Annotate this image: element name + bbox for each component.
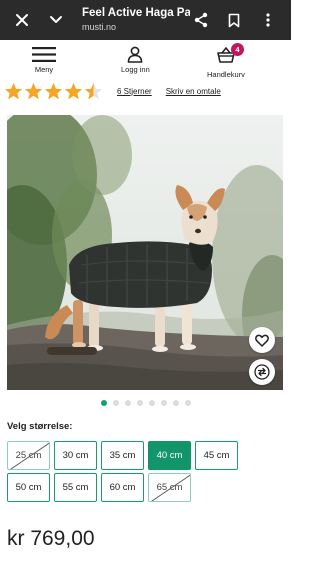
carousel-dot[interactable]: [136, 400, 143, 406]
star-icon: [44, 82, 63, 99]
login-label: Logg inn: [121, 65, 150, 74]
star-icon: [24, 82, 43, 99]
cart-label: Handlekurv: [207, 70, 245, 79]
size-option-label: 50 cm: [15, 482, 42, 493]
size-option[interactable]: 25 cm: [7, 441, 50, 470]
page-domain: musti.no: [82, 22, 117, 32]
write-review-link[interactable]: Skriv en omtale: [166, 87, 221, 96]
menu-label: Meny: [34, 65, 54, 74]
menu-button[interactable]: Meny: [32, 46, 56, 74]
product-image[interactable]: [7, 115, 283, 390]
carousel-dot[interactable]: [112, 400, 119, 406]
browser-toolbar: Feel Active Haga Par... musti.no: [0, 0, 291, 40]
size-option[interactable]: 55 cm: [54, 473, 97, 502]
user-icon: [128, 46, 143, 63]
size-option[interactable]: 45 cm: [195, 441, 238, 470]
carousel-dot[interactable]: [124, 400, 131, 406]
page-title: Feel Active Haga Par...: [82, 7, 190, 19]
size-option-label: 40 cm: [156, 450, 183, 461]
size-option[interactable]: 65 cm: [148, 473, 191, 502]
more-vertical-icon[interactable]: [258, 10, 278, 30]
size-option-label: 35 cm: [109, 450, 136, 461]
size-option[interactable]: 60 cm: [101, 473, 144, 502]
swap-icon: [254, 364, 270, 380]
image-carousel-dots: [0, 400, 291, 406]
carousel-dot[interactable]: [184, 400, 191, 406]
product-rating: 6 Stjerner Skriv en omtale: [4, 81, 235, 101]
size-label: Velg størrelse:: [7, 421, 73, 432]
size-option[interactable]: 35 cm: [101, 441, 144, 470]
star-rating: [4, 82, 103, 101]
size-option-label: 55 cm: [62, 482, 89, 493]
unavailable-strike-icon: [10, 442, 49, 469]
cart-count-badge: 4: [230, 43, 244, 56]
compare-button[interactable]: [249, 359, 275, 385]
cart-button[interactable]: 4 Handlekurv: [207, 43, 245, 79]
chevron-down-icon[interactable]: [46, 10, 66, 30]
site-header: Meny Logg inn 4 Handlekurv: [0, 40, 291, 79]
share-icon[interactable]: [191, 10, 211, 30]
size-option[interactable]: 30 cm: [54, 441, 97, 470]
reviews-link[interactable]: 6 Stjerner: [117, 87, 152, 96]
size-option-label: 45 cm: [203, 450, 230, 461]
bookmark-icon[interactable]: [224, 10, 244, 30]
product-price: kr 769,00: [7, 527, 95, 550]
unavailable-strike-icon: [151, 474, 190, 501]
close-icon[interactable]: [12, 10, 32, 30]
carousel-dot[interactable]: [100, 400, 107, 406]
size-option[interactable]: 50 cm: [7, 473, 50, 502]
carousel-dot[interactable]: [148, 400, 155, 406]
carousel-dot[interactable]: [172, 400, 179, 406]
size-option-label: 60 cm: [109, 482, 136, 493]
star-icon: [84, 82, 103, 99]
star-icon: [4, 82, 23, 99]
login-button[interactable]: Logg inn: [121, 46, 150, 74]
size-option-label: 30 cm: [62, 450, 89, 461]
hamburger-icon: [32, 47, 56, 62]
size-option[interactable]: 40 cm: [148, 441, 191, 470]
dog-in-jacket-photo: [7, 115, 283, 390]
favorite-button[interactable]: [249, 327, 275, 353]
carousel-dot[interactable]: [160, 400, 167, 406]
star-icon: [64, 82, 83, 99]
heart-icon: [255, 334, 269, 347]
